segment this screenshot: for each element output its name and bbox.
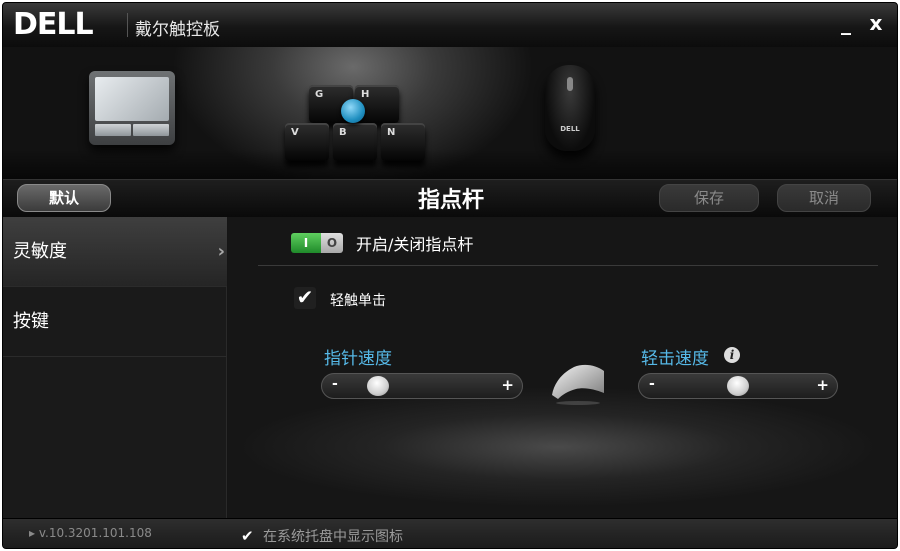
save-button[interactable]: 保存 <box>659 184 759 212</box>
chevron-right-icon: › <box>217 241 225 262</box>
header-bar: 默认 指点杆 保存 取消 <box>3 179 897 217</box>
touchpad-surface-icon <box>95 77 169 121</box>
default-button[interactable]: 默认 <box>17 184 111 212</box>
info-icon[interactable]: i <box>724 347 740 363</box>
pointer-speed-label: 指针速度 <box>324 349 392 369</box>
mouse-wheel-icon <box>567 77 573 91</box>
touchpad-left-button-icon <box>95 124 131 136</box>
tap-speed-slider[interactable]: - + <box>638 373 838 399</box>
slider-thumb[interactable] <box>727 376 749 396</box>
toggle-off-label: O <box>321 233 343 253</box>
toggle-label: 开启/关闭指点杆 <box>356 235 474 254</box>
app-window: DELL 戴尔触控板 _ x G H V B N DELL 默认 指点杆 保存 … <box>2 2 898 549</box>
trackpoint-nub-icon <box>341 99 365 123</box>
mouse-device-tab[interactable]: DELL <box>545 65 595 151</box>
mouse-brand-label: DELL <box>560 125 580 133</box>
increase-icon[interactable]: + <box>501 376 514 394</box>
tap-click-label: 轻触单击 <box>330 293 386 309</box>
sidebar-item-buttons[interactable]: 按键 <box>3 287 227 357</box>
key-icon: N <box>381 123 425 161</box>
sidebar: 灵敏度 › 按键 <box>3 217 227 518</box>
decrease-icon[interactable]: - <box>649 376 655 392</box>
tap-speed-label: 轻击速度 <box>641 349 709 369</box>
divider <box>258 265 878 266</box>
device-banner: G H V B N DELL <box>3 47 897 179</box>
dell-logo: DELL <box>13 7 94 42</box>
tray-icon-checkbox[interactable]: ✔ <box>241 527 254 545</box>
cancel-button[interactable]: 取消 <box>777 184 871 212</box>
sidebar-item-sensitivity[interactable]: 灵敏度 › <box>3 217 227 287</box>
title-separator <box>127 13 128 37</box>
touchpad-device-tab[interactable] <box>89 71 175 145</box>
pointing-stick-toggle[interactable]: I O <box>291 233 345 253</box>
footer-bar: ▸ v.10.3201.101.108 ✔ 在系统托盘中显示图标 <box>3 518 897 548</box>
title-bar: DELL 戴尔触控板 _ x <box>3 3 897 47</box>
key-icon: V <box>285 123 329 161</box>
sidebar-item-label: 灵敏度 <box>13 241 67 262</box>
slider-thumb[interactable] <box>366 376 389 396</box>
pointer-speed-slider[interactable]: - + <box>321 373 523 399</box>
page-title: 指点杆 <box>417 188 484 213</box>
touchpad-right-button-icon <box>133 124 169 136</box>
sidebar-item-label: 按键 <box>13 311 49 332</box>
tap-click-checkbox[interactable]: ✔ <box>294 287 316 309</box>
key-icon: B <box>333 123 377 161</box>
settings-panel: I O 开启/关闭指点杆 ✔ 轻触单击 指针速度 - + 轻击速度 i - + <box>228 217 897 518</box>
decrease-icon[interactable]: - <box>332 376 338 392</box>
version-label[interactable]: ▸ v.10.3201.101.108 <box>29 526 152 540</box>
app-title: 戴尔触控板 <box>135 20 220 40</box>
close-button[interactable]: x <box>863 11 889 37</box>
finger-tap-icon <box>552 364 604 405</box>
minimize-button[interactable]: _ <box>833 11 859 37</box>
tray-icon-label: 在系统托盘中显示图标 <box>263 529 403 545</box>
toggle-on-label: I <box>291 233 321 253</box>
pointing-stick-device-tab[interactable]: G H V B N <box>279 83 429 163</box>
increase-icon[interactable]: + <box>816 376 829 394</box>
